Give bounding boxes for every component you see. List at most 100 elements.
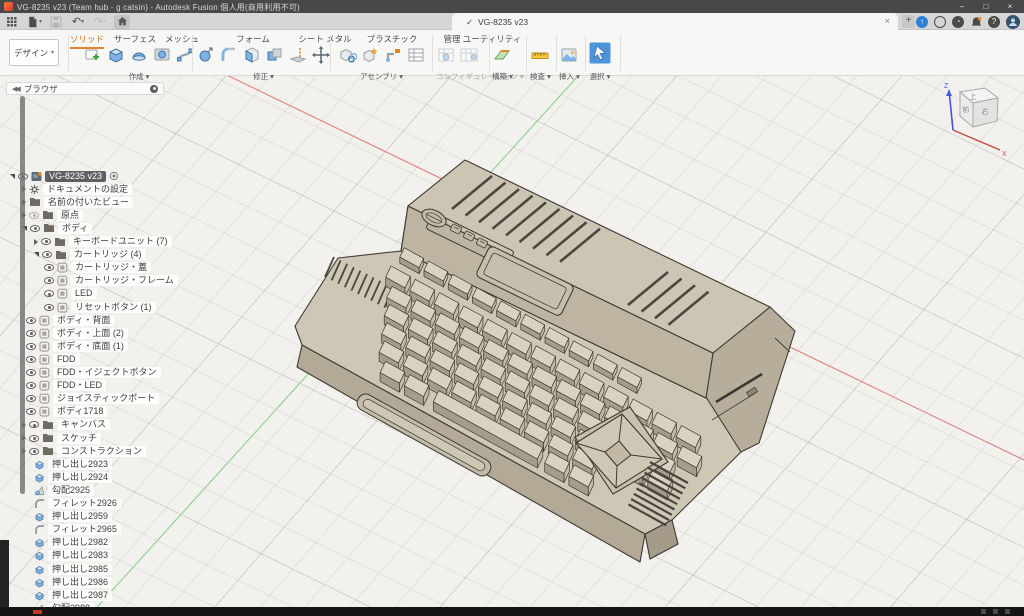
tree-item-label[interactable]: ジョイスティックポート bbox=[53, 393, 159, 404]
visibility-eye-icon[interactable] bbox=[26, 395, 36, 402]
profile-clock-icon[interactable]: ◔ bbox=[952, 16, 964, 28]
visibility-eye-icon[interactable] bbox=[26, 330, 36, 337]
tree-item-label[interactable]: ボディ・上面 (2) bbox=[53, 328, 128, 339]
collapse-panel-icon[interactable]: ◀◀ bbox=[12, 85, 19, 93]
notifications-icon[interactable] bbox=[970, 16, 982, 28]
browser-scrollbar[interactable] bbox=[20, 96, 25, 494]
ribbon-group-label[interactable]: 構築 ▾ bbox=[492, 71, 513, 82]
taskbar-tray-icon[interactable] bbox=[1005, 609, 1010, 614]
browser-settings-icon[interactable] bbox=[150, 85, 158, 93]
tree-row[interactable]: FDD bbox=[26, 353, 80, 365]
collapse-arrow-icon[interactable] bbox=[10, 174, 15, 179]
redo-icon[interactable]: ↷▾ bbox=[92, 15, 108, 29]
tree-item-label[interactable]: 押し出し2982 bbox=[48, 537, 112, 548]
visibility-eye-icon[interactable] bbox=[29, 448, 39, 455]
tree-item-label[interactable]: 押し出し2987 bbox=[48, 590, 112, 601]
taskbar-app-indicator[interactable] bbox=[33, 610, 42, 614]
tree-item-label[interactable]: 押し出し2983 bbox=[48, 550, 112, 561]
home-icon[interactable] bbox=[114, 15, 130, 29]
new-component-icon[interactable] bbox=[337, 45, 357, 70]
tree-row[interactable]: VG-8235 v23 bbox=[10, 170, 119, 182]
tree-item-label[interactable]: FDD・LED bbox=[53, 380, 106, 391]
activate-component-radio[interactable] bbox=[109, 171, 119, 181]
maximize-button[interactable]: □ bbox=[974, 0, 998, 13]
tree-item-label[interactable]: FDD bbox=[53, 354, 80, 365]
measure-icon[interactable] bbox=[530, 45, 550, 70]
visibility-eye-icon[interactable] bbox=[41, 238, 51, 245]
ribbon-group-label[interactable]: アセンブリ ▾ bbox=[337, 71, 426, 82]
tree-item-label[interactable]: コンストラクション bbox=[57, 446, 146, 457]
tree-row[interactable]: ボディ1718 bbox=[26, 406, 107, 418]
tree-row[interactable]: カートリッジ (4) bbox=[34, 249, 146, 261]
tree-row[interactable]: FDD・イジェクトボタン bbox=[26, 367, 161, 379]
joint-icon[interactable] bbox=[360, 45, 380, 70]
ribbon-group-label[interactable]: 作成 ▾ bbox=[83, 71, 195, 82]
ribbon-group-label[interactable]: 挿入 ▾ bbox=[559, 71, 580, 82]
browser-header[interactable]: ◀◀ ブラウザ bbox=[6, 82, 164, 95]
visibility-eye-icon[interactable] bbox=[29, 212, 39, 219]
design-workspace-dropdown[interactable]: デザイン ▾ bbox=[9, 39, 59, 66]
box-icon[interactable] bbox=[106, 45, 126, 70]
tree-row[interactable]: リセットボタン (1) bbox=[44, 301, 156, 313]
job-status-icon[interactable]: ↑ bbox=[916, 16, 928, 28]
tree-item-label[interactable]: ドキュメントの設定 bbox=[43, 184, 132, 195]
tree-row[interactable]: キャンバス bbox=[22, 419, 110, 431]
tree-row[interactable]: フィレット2926 bbox=[34, 498, 121, 510]
tree-row[interactable]: 勾配2925 bbox=[34, 484, 94, 496]
as-built-joint-icon[interactable] bbox=[383, 45, 403, 70]
visibility-eye-icon[interactable] bbox=[42, 251, 52, 258]
tree-item-label[interactable]: VG-8235 v23 bbox=[45, 171, 106, 182]
tree-row[interactable]: カートリッジ・フレーム bbox=[44, 275, 178, 287]
visibility-eye-icon[interactable] bbox=[29, 421, 39, 428]
tree-item-label[interactable]: リセットボタン (1) bbox=[71, 302, 156, 313]
tree-row[interactable]: コンストラクション bbox=[22, 445, 146, 457]
move-icon[interactable] bbox=[311, 45, 331, 70]
bom-table-icon[interactable] bbox=[406, 45, 426, 70]
visibility-eye-icon[interactable] bbox=[44, 290, 54, 297]
tree-row[interactable]: ドキュメントの設定 bbox=[22, 183, 132, 195]
extensions-icon[interactable] bbox=[934, 16, 946, 28]
new-tab-button[interactable]: + bbox=[902, 15, 915, 28]
fillet-icon[interactable] bbox=[219, 45, 239, 70]
tree-item-label[interactable]: カートリッジ・蓋 bbox=[71, 262, 151, 273]
tree-item-label[interactable]: FDD・イジェクトボタン bbox=[53, 367, 161, 378]
expand-arrow-icon[interactable] bbox=[34, 239, 38, 245]
select-icon[interactable] bbox=[588, 41, 612, 70]
tree-row[interactable]: ジョイスティックポート bbox=[26, 393, 159, 405]
tree-row[interactable]: 押し出し2986 bbox=[34, 576, 112, 588]
ribbon-group-label[interactable]: 修正 ▾ bbox=[196, 71, 331, 82]
document-tab[interactable]: ✓ VG-8235 v23 × bbox=[452, 13, 898, 30]
tree-row[interactable]: FDD・LED bbox=[26, 380, 106, 392]
tree-item-label[interactable]: 押し出し2986 bbox=[48, 577, 112, 588]
tree-row[interactable]: 押し出し2959 bbox=[34, 511, 112, 523]
construction-plane-icon[interactable] bbox=[492, 45, 512, 70]
model-viewport[interactable]: ZX上前右 ◀◀ ブラウザ VG-8235 v23ドキュメントの設定名前の付いた… bbox=[0, 76, 1024, 616]
tree-row[interactable]: 原点 bbox=[22, 209, 83, 221]
tree-row[interactable]: キーボードユニット (7) bbox=[34, 236, 172, 248]
file-icon[interactable]: ▾ bbox=[26, 15, 42, 29]
tree-item-label[interactable]: 押し出し2923 bbox=[48, 459, 112, 470]
visibility-eye-icon[interactable] bbox=[44, 304, 54, 311]
split-body-icon[interactable] bbox=[288, 45, 308, 70]
save-icon[interactable] bbox=[48, 15, 64, 29]
tree-row[interactable]: ボディ・上面 (2) bbox=[26, 327, 128, 339]
visibility-eye-icon[interactable] bbox=[26, 317, 36, 324]
tree-item-label[interactable]: ボディ・底面 (1) bbox=[53, 341, 128, 352]
tree-row[interactable]: スケッチ bbox=[22, 432, 101, 444]
tree-row[interactable]: ボディ・背面 bbox=[26, 314, 114, 326]
visibility-eye-icon[interactable] bbox=[26, 382, 36, 389]
tree-row[interactable]: 押し出し2923 bbox=[34, 458, 112, 470]
tree-row[interactable]: フィレット2965 bbox=[34, 524, 121, 536]
taskbar-tray-icon[interactable] bbox=[993, 609, 998, 614]
configuration-table-icon[interactable] bbox=[459, 45, 479, 70]
app-grid-icon[interactable] bbox=[4, 15, 20, 29]
hole-icon[interactable] bbox=[152, 45, 172, 70]
tree-row[interactable]: ボディ bbox=[22, 222, 92, 234]
taskbar-tray-icon[interactable] bbox=[981, 609, 986, 614]
tree-item-label[interactable]: 押し出し2924 bbox=[48, 472, 112, 483]
tree-item-label[interactable]: キーボードユニット (7) bbox=[69, 236, 172, 247]
ribbon-group-label[interactable]: 検査 ▾ bbox=[530, 71, 551, 82]
shell-icon[interactable] bbox=[242, 45, 262, 70]
tree-item-label[interactable]: 勾配2925 bbox=[48, 485, 94, 496]
tree-item-label[interactable]: ボディ1718 bbox=[53, 406, 107, 417]
